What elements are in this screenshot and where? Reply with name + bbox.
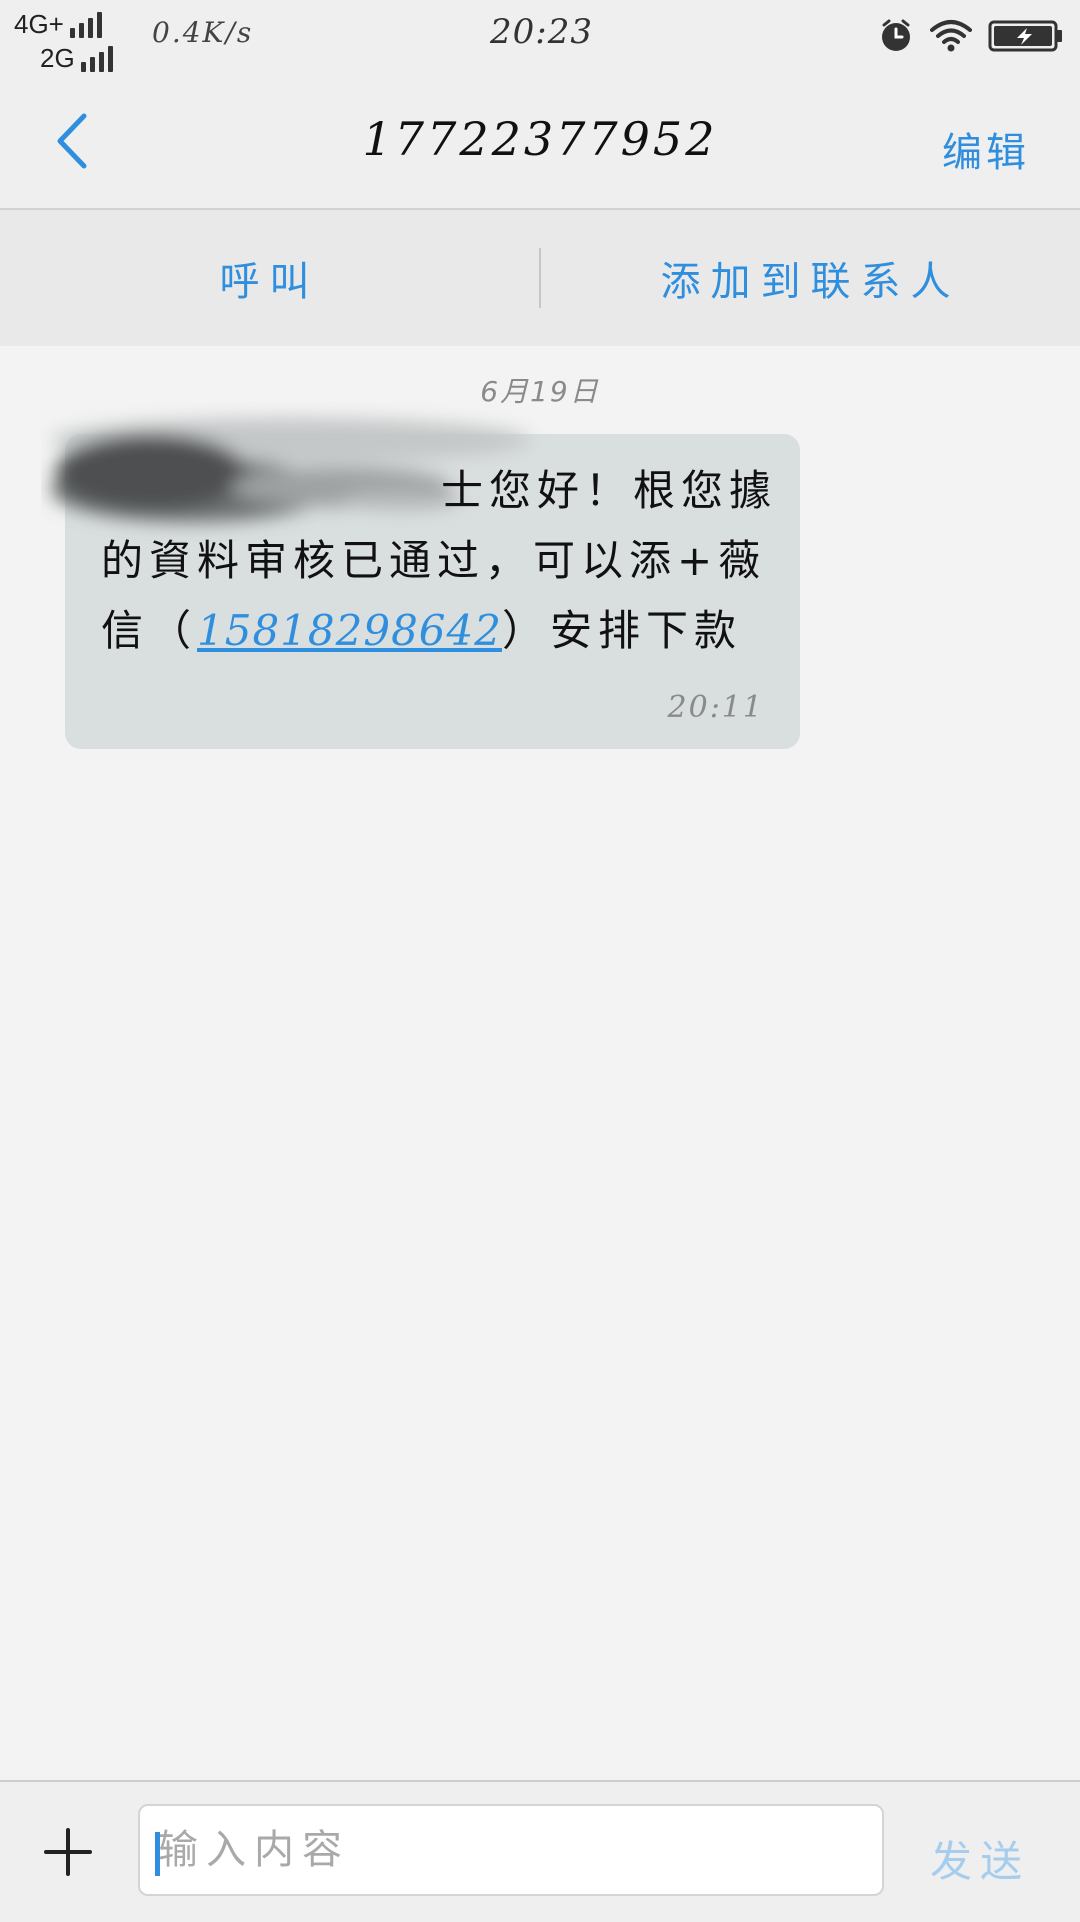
conversation-header: 17722377952 编辑	[0, 72, 1080, 210]
battery-charging-icon	[988, 20, 1062, 52]
add-attachment-button[interactable]	[40, 1824, 96, 1880]
network-indicator: 4G+ 2G	[14, 6, 134, 73]
signal-icon	[80, 44, 113, 72]
message-line-3-suffix: ）安排下款	[501, 606, 742, 655]
alarm-icon	[882, 19, 910, 51]
text-cursor	[155, 1832, 160, 1876]
contact-action-bar: 呼叫 添加到联系人	[0, 210, 1080, 346]
message-line-3-prefix: 信（	[101, 606, 198, 655]
message-timestamp: 20:11	[667, 690, 764, 725]
phone-number-link[interactable]: 15818298642	[197, 606, 502, 655]
signal-icon	[69, 10, 102, 38]
message-line-2: 的資料审核已通过，可以添+薇	[101, 536, 767, 585]
message-text: 士您好！根您據 的資料审核已通过，可以添+薇 信（15818298642）安排下…	[101, 456, 771, 666]
edit-button[interactable]: 编辑	[942, 120, 1030, 178]
send-button[interactable]: 发送	[930, 1828, 1030, 1889]
wifi-icon	[930, 20, 972, 52]
message-composer: 发送	[0, 1780, 1080, 1922]
status-bar: 4G+ 2G 0.4K/s 20:23	[0, 0, 1080, 72]
incoming-message-bubble[interactable]: 士您好！根您據 的資料审核已通过，可以添+薇 信（15818298642）安排下…	[51, 418, 800, 749]
message-line-1: 士您好！根您據	[441, 466, 778, 515]
date-separator: 6月19日	[480, 375, 600, 408]
call-button[interactable]: 呼叫	[0, 249, 539, 307]
contact-number-title: 17722377952	[362, 112, 718, 166]
status-clock: 20:23	[490, 12, 593, 52]
back-button[interactable]	[44, 108, 104, 174]
status-icons	[878, 16, 1064, 56]
plus-icon	[44, 1828, 92, 1876]
message-input[interactable]	[138, 1804, 884, 1896]
chevron-left-icon	[57, 113, 87, 169]
network-type-primary: 4G+	[14, 9, 64, 39]
net-speed: 0.4K/s	[152, 16, 254, 49]
network-type-secondary: 2G	[40, 43, 75, 73]
add-to-contacts-button[interactable]: 添加到联系人	[541, 249, 1080, 307]
